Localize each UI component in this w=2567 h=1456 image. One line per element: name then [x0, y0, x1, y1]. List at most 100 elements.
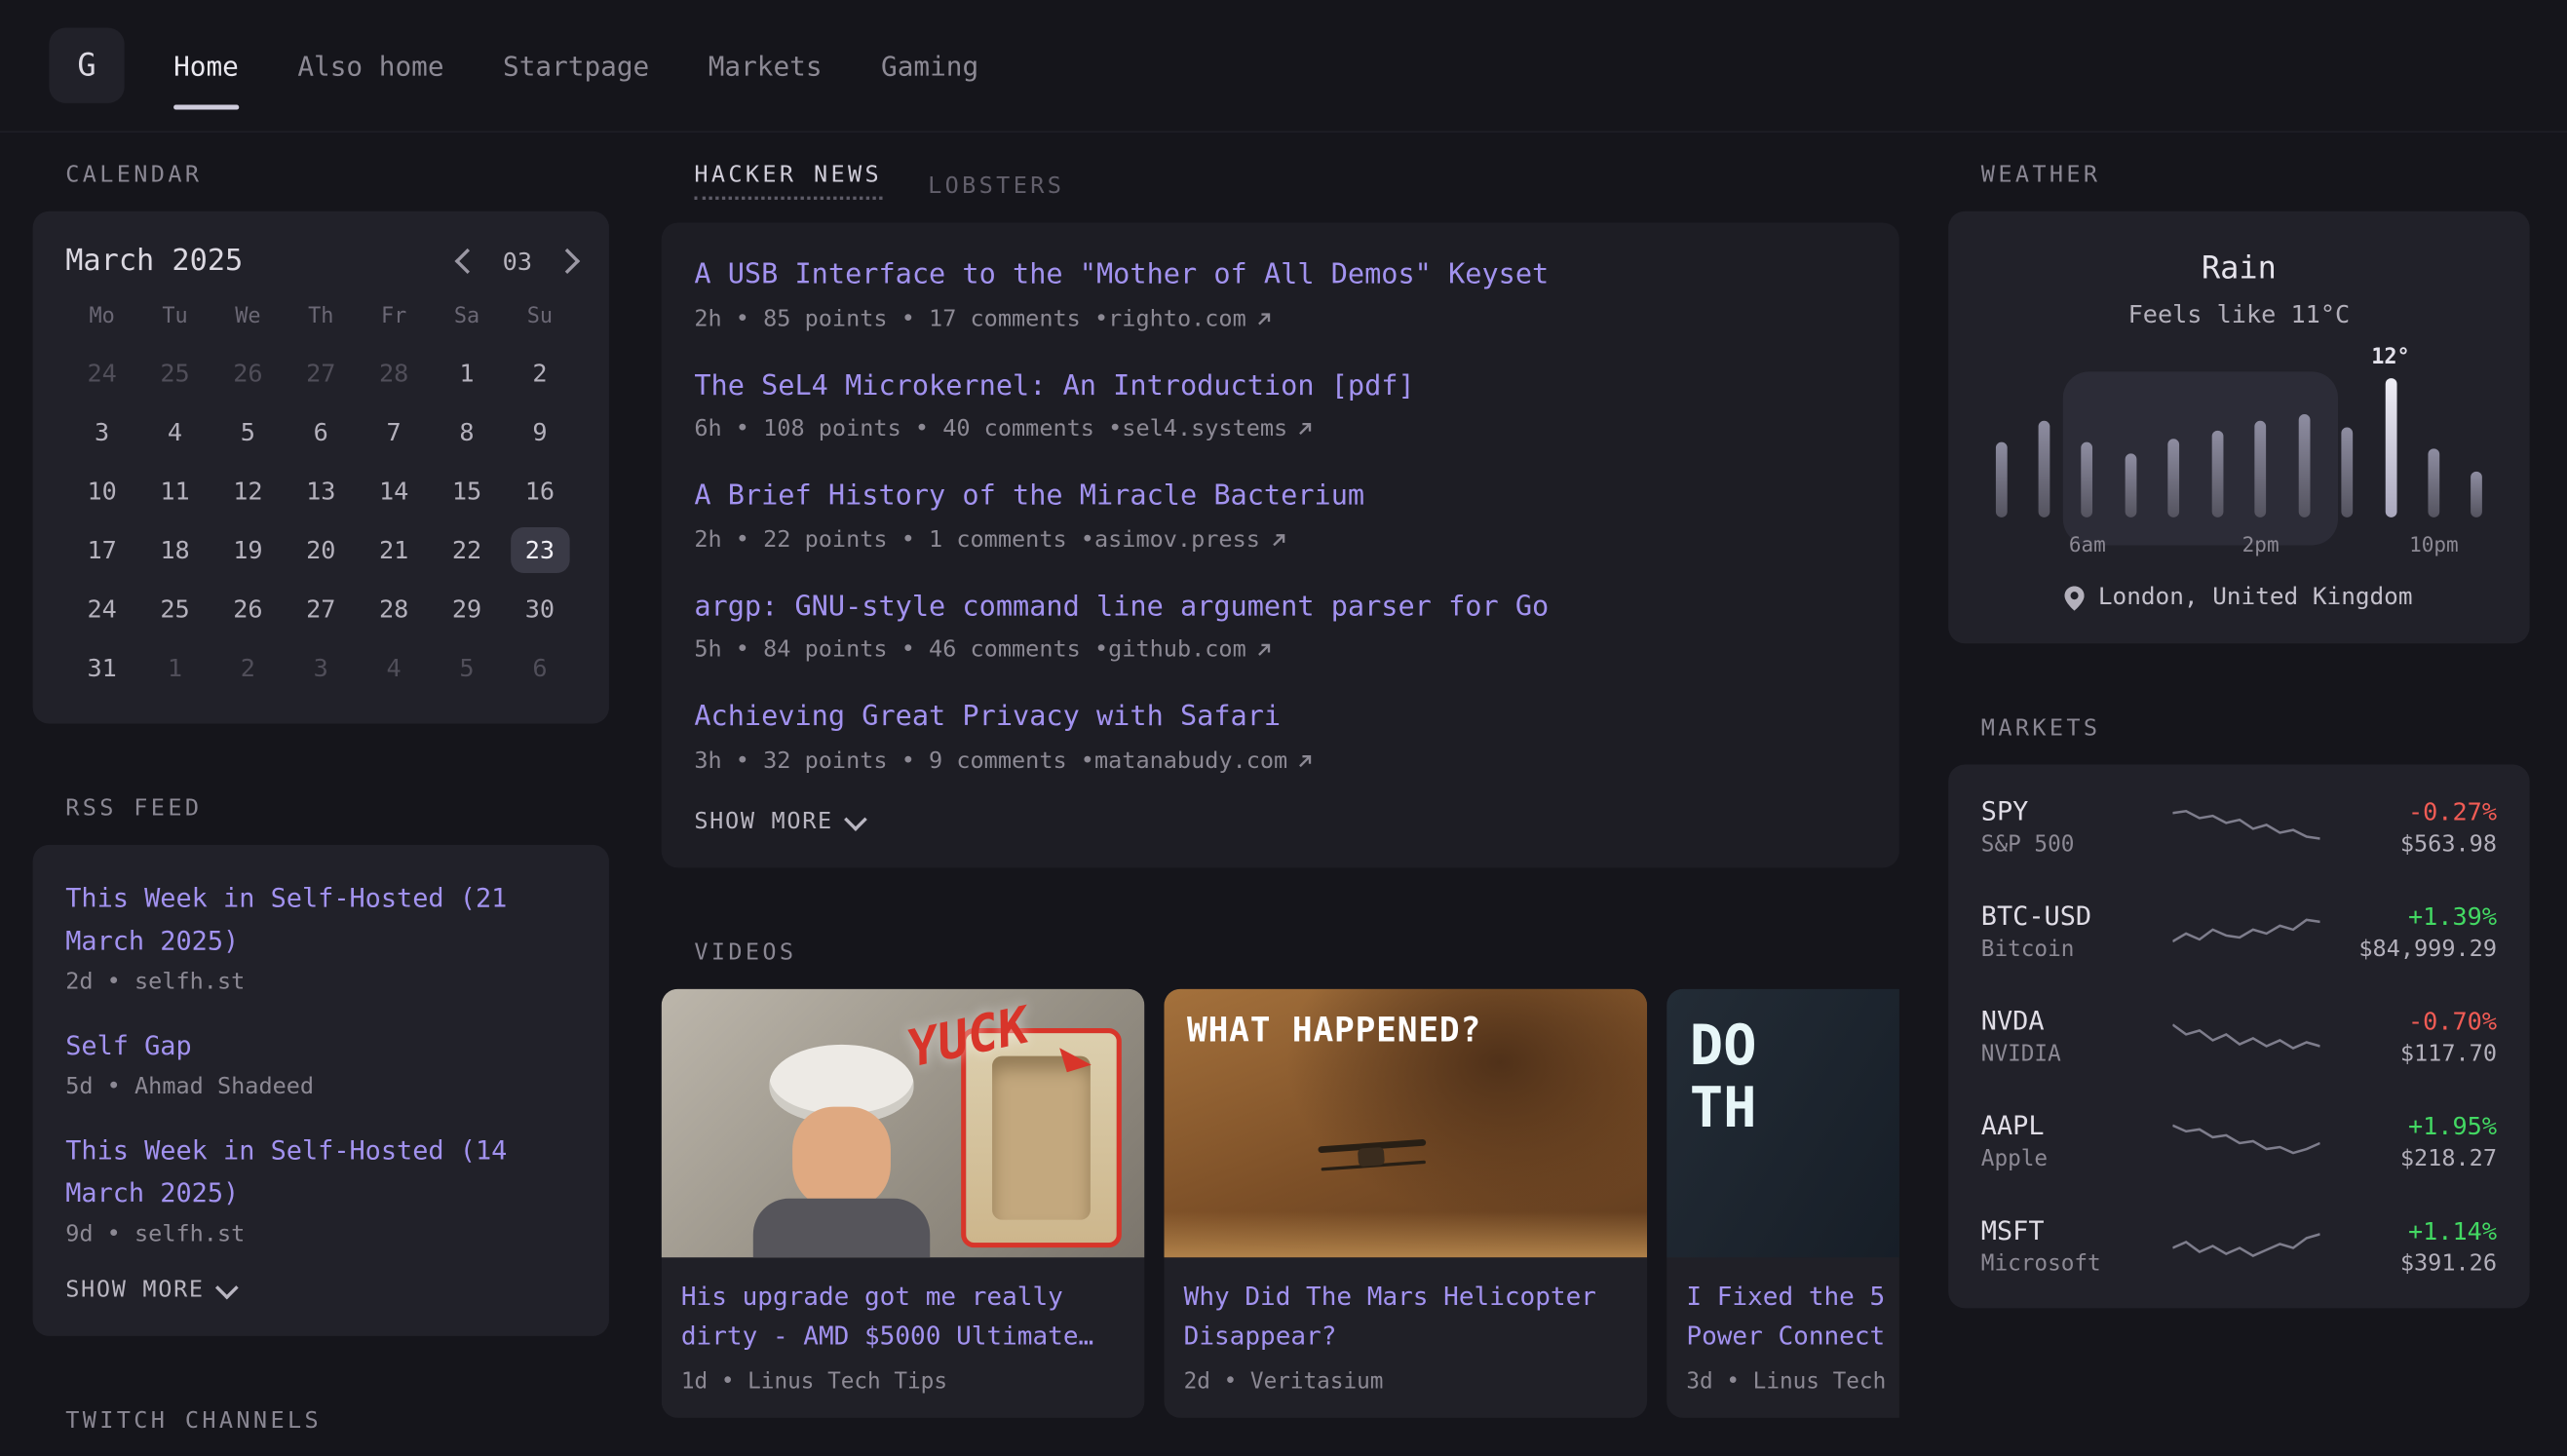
- market-row[interactable]: BTC-USD Bitcoin +1.39% $84,999.29: [1948, 879, 2529, 984]
- video-title[interactable]: Why Did The Mars Helicopter Disappear?: [1184, 1277, 1628, 1356]
- thumbnail-decoration: [792, 1106, 891, 1207]
- markets-list: SPY S&P 500 -0.27% $563.98 BTC-USD: [1948, 775, 2529, 1299]
- logo[interactable]: G: [49, 28, 124, 103]
- news-story-domain[interactable]: github.com: [1108, 637, 1246, 664]
- weather-bar: [2168, 439, 2180, 517]
- video-card[interactable]: YUCK His upgrade got me really dirty - A…: [662, 988, 1145, 1417]
- news-tab[interactable]: HACKER NEWS: [694, 162, 882, 200]
- rss-widget: This Week in Self-Hosted (21 March 2025)…: [33, 845, 609, 1335]
- calendar-day: 7: [358, 409, 431, 455]
- news-story-title[interactable]: Achieving Great Privacy with Safari: [694, 698, 1866, 740]
- weather-hour-column: [2201, 431, 2234, 558]
- news-story-info: 5h • 84 points • 46 comments •: [694, 637, 1108, 664]
- rss-item-title[interactable]: This Week in Self-Hosted (21 March 2025): [65, 877, 576, 962]
- rss-item-meta: 2d • selfh.st: [65, 969, 576, 995]
- news-story-meta: 6h • 108 points • 40 comments • sel4.sys…: [694, 416, 1866, 442]
- right-column: WEATHER Rain Feels like 11°C: [1948, 133, 2529, 1308]
- news-story: argp: GNU-style command line argument pa…: [694, 587, 1866, 663]
- video-thumbnail[interactable]: DO TH: [1667, 988, 1899, 1257]
- news-story-domain[interactable]: matanabudy.com: [1094, 747, 1287, 774]
- market-sparkline: [2165, 1117, 2326, 1166]
- external-link-icon: [1256, 310, 1273, 326]
- weather-feels-like: Feels like 11°C: [1981, 299, 2497, 328]
- market-row[interactable]: SPY S&P 500 -0.27% $563.98: [1948, 775, 2529, 880]
- news-story-title[interactable]: The SeL4 Microkernel: An Introduction [p…: [694, 365, 1866, 407]
- calendar-day: 1: [431, 351, 504, 397]
- market-sparkline: [2165, 907, 2326, 956]
- weather-hour-column: [2028, 421, 2061, 558]
- video-meta: 2d • Veritasium: [1184, 1368, 1628, 1395]
- market-row[interactable]: MSFT Microsoft +1.14% $391.26: [1948, 1194, 2529, 1299]
- markets-widget: SPY S&P 500 -0.27% $563.98 BTC-USD: [1948, 765, 2529, 1309]
- calendar-day: 3: [65, 409, 138, 455]
- calendar-day: 11: [138, 468, 211, 514]
- video-title[interactable]: His upgrade got me really dirty - AMD $5…: [681, 1277, 1125, 1356]
- news-tab[interactable]: LOBSTERS: [928, 173, 1064, 200]
- market-symbol: AAPL Apple: [1981, 1110, 2165, 1172]
- nav-tab[interactable]: Startpage: [503, 0, 649, 131]
- rss-item: Self Gap 5d • Ahmad Shadeed: [65, 1024, 576, 1099]
- nav-tab[interactable]: Home: [173, 0, 239, 131]
- video-caption: Why Did The Mars Helicopter Disappear? 2…: [1164, 1256, 1647, 1417]
- market-symbol: SPY S&P 500: [1981, 795, 2165, 858]
- rss-item-title[interactable]: This Week in Self-Hosted (14 March 2025): [65, 1130, 576, 1214]
- news-story-info: 2h • 85 points • 17 comments •: [694, 305, 1108, 331]
- rss-item-title[interactable]: Self Gap: [65, 1024, 576, 1067]
- market-symbol: BTC-USD Bitcoin: [1981, 900, 2165, 963]
- chevron-left-icon[interactable]: [454, 249, 479, 274]
- rss-show-more-button[interactable]: SHOW MORE: [65, 1277, 576, 1303]
- calendar-header: March 2025 03: [65, 244, 576, 278]
- news-story-list: A USB Interface to the "Mother of All De…: [694, 255, 1866, 774]
- market-change: +1.14%: [2326, 1215, 2497, 1245]
- video-thumbnail[interactable]: WHAT HAPPENED?: [1164, 988, 1647, 1257]
- weather-bar: [2342, 427, 2354, 517]
- weather-bar: [2039, 421, 2050, 517]
- nav-tab[interactable]: Gaming: [881, 0, 978, 131]
- calendar-day: 8: [431, 409, 504, 455]
- video-thumbnail[interactable]: YUCK: [662, 988, 1145, 1257]
- market-sparkline: [2165, 1221, 2326, 1270]
- weekday-label: Th: [285, 304, 358, 333]
- news-story: The SeL4 Microkernel: An Introduction [p…: [694, 365, 1866, 441]
- calendar-day: 21: [358, 527, 431, 573]
- weather-hour-column: 10pm: [2418, 448, 2451, 558]
- news-story-title[interactable]: A USB Interface to the "Mother of All De…: [694, 255, 1866, 297]
- market-row[interactable]: AAPL Apple +1.95% $218.27: [1948, 1089, 2529, 1194]
- news-story-domain[interactable]: sel4.systems: [1122, 416, 1287, 442]
- videos-section-label: VIDEOS: [694, 939, 1866, 965]
- market-ticker: AAPL: [1981, 1110, 2165, 1141]
- news-story-meta: 5h • 84 points • 46 comments • github.co…: [694, 637, 1866, 664]
- market-price: $218.27: [2326, 1145, 2497, 1171]
- news-story-title[interactable]: argp: GNU-style command line argument pa…: [694, 587, 1866, 629]
- calendar-month-title: March 2025: [65, 244, 243, 278]
- weather-condition: Rain: [1981, 250, 2497, 287]
- news-show-more-button[interactable]: SHOW MORE: [694, 808, 1866, 834]
- news-story-title[interactable]: A Brief History of the Miracle Bacterium: [694, 477, 1866, 518]
- markets-section-label: MARKETS: [1981, 715, 2497, 742]
- nav-tab[interactable]: Markets: [709, 0, 823, 131]
- calendar-day: 23: [511, 527, 569, 573]
- market-values: +1.14% $391.26: [2326, 1215, 2497, 1276]
- calendar-day: 15: [431, 468, 504, 514]
- weekday-label: Mo: [65, 304, 138, 333]
- calendar-day: 14: [358, 468, 431, 514]
- news-story-info: 6h • 108 points • 40 comments •: [694, 416, 1122, 442]
- chevron-right-icon[interactable]: [555, 249, 580, 274]
- calendar-day: 12: [211, 468, 285, 514]
- market-price: $117.70: [2326, 1041, 2497, 1067]
- nav-tab[interactable]: Also home: [297, 0, 443, 131]
- weather-hour-column: [2331, 427, 2364, 557]
- video-card[interactable]: DO TH I Fixed the 5 Power Connect 3d • L…: [1667, 988, 1899, 1417]
- video-card[interactable]: WHAT HAPPENED? Why Did The Mars Helicopt…: [1164, 988, 1647, 1417]
- weather-bar: [2125, 453, 2136, 517]
- video-title[interactable]: I Fixed the 5 Power Connect: [1686, 1277, 1898, 1356]
- news-story-domain[interactable]: asimov.press: [1094, 526, 1260, 553]
- market-ticker: NVDA: [1981, 1006, 2165, 1037]
- dashboard: G HomeAlso homeStartpageMarketsGaming CA…: [0, 0, 2567, 1454]
- weather-location: London, United Kingdom: [1981, 585, 2497, 611]
- market-row[interactable]: NVDA NVIDIA -0.70% $117.70: [1948, 984, 2529, 1090]
- news-story-domain[interactable]: righto.com: [1108, 305, 1246, 331]
- news-story-info: 3h • 32 points • 9 comments •: [694, 747, 1094, 774]
- news-tabs: HACKER NEWS LOBSTERS: [694, 162, 1866, 200]
- rss-show-more-label: SHOW MORE: [65, 1277, 205, 1303]
